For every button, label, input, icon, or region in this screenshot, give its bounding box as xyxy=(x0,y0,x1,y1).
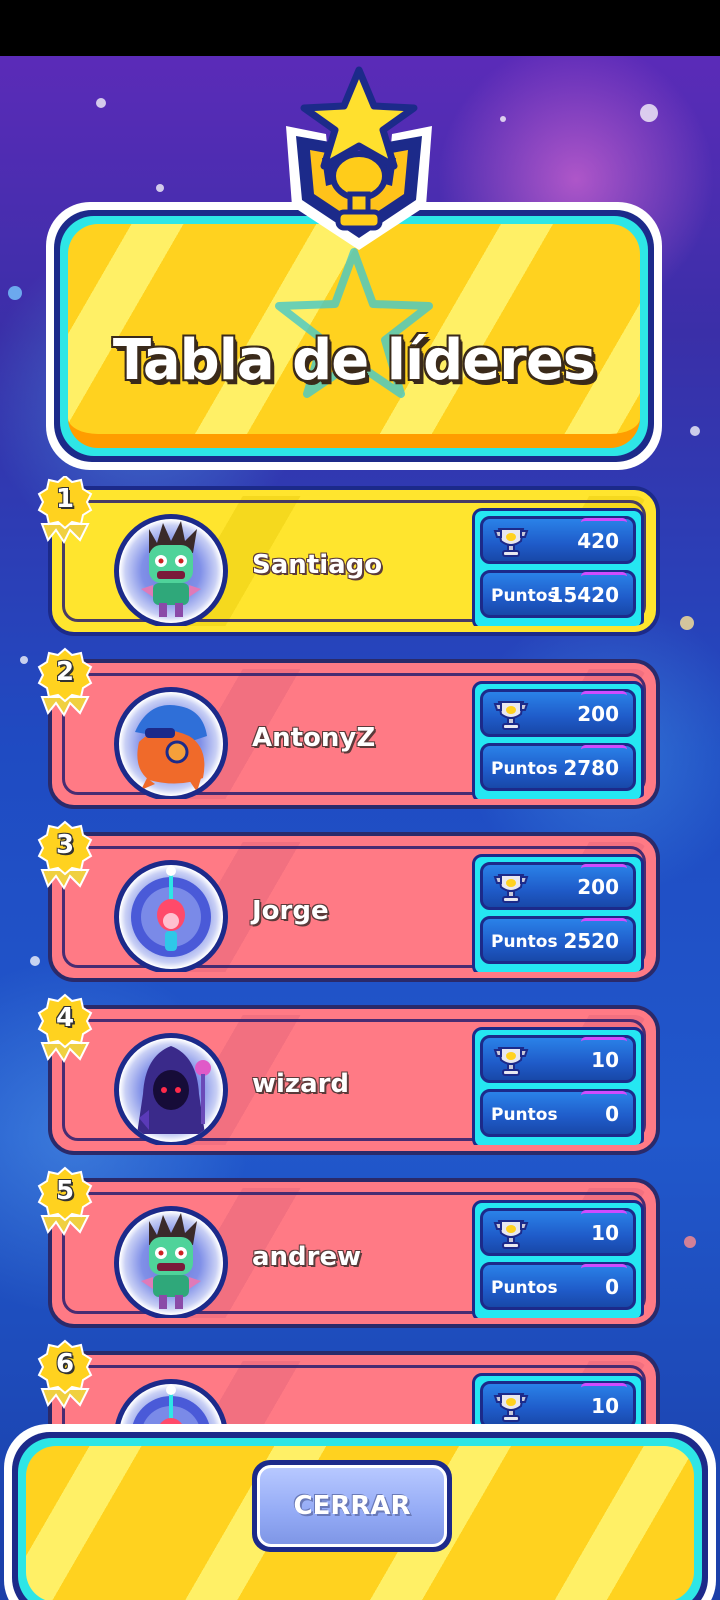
player-name: AntonyZ xyxy=(252,723,376,753)
trophies-value: 420 xyxy=(577,529,619,553)
rank-number: 5 xyxy=(55,1176,75,1206)
points-label: Puntos xyxy=(491,759,558,779)
leaderboard-row[interactable]: AntonyZ 200 Puntos 2780 xyxy=(48,659,660,809)
rank-badge: 6 xyxy=(34,1339,96,1409)
trophies-value: 10 xyxy=(591,1394,619,1418)
leaderboard-row[interactable]: andrew 10 Puntos 0 xyxy=(48,1178,660,1328)
rank-number: 4 xyxy=(55,1003,75,1033)
points-pill: Puntos 2520 xyxy=(480,916,636,964)
rank-number: 6 xyxy=(55,1349,75,1379)
trophy-icon xyxy=(493,1042,529,1078)
points-value: 0 xyxy=(605,1102,619,1126)
points-value: 15420 xyxy=(549,583,619,607)
points-pill: Puntos 15420 xyxy=(480,570,636,618)
trophies-value: 10 xyxy=(591,1048,619,1072)
points-label: Puntos xyxy=(491,932,558,952)
player-stats: 420 Puntos 15420 xyxy=(472,508,644,626)
player-name: wizard xyxy=(252,1069,350,1099)
points-label: Puntos xyxy=(491,1278,558,1298)
player-avatar xyxy=(114,860,228,972)
trophies-pill: 10 xyxy=(480,1208,636,1256)
row-body: Santiago 420 Puntos 15420 xyxy=(52,490,656,632)
row-body: Jorge 200 Puntos 2520 xyxy=(52,836,656,978)
rank-badge: 2 xyxy=(34,647,96,717)
player-avatar xyxy=(114,514,228,626)
player-name: Santiago xyxy=(252,550,383,580)
player-avatar xyxy=(114,687,228,799)
row-body: andrew 10 Puntos 0 xyxy=(52,1182,656,1324)
trophies-pill: 10 xyxy=(480,1035,636,1083)
player-stats: 10 Puntos 0 xyxy=(472,1200,644,1318)
player-stats: 200 Puntos 2780 xyxy=(472,681,644,799)
row-body: wizard 10 Puntos 0 xyxy=(52,1009,656,1151)
leaderboard-row[interactable]: wizard 10 Puntos 0 xyxy=(48,1005,660,1155)
trophies-value: 200 xyxy=(577,875,619,899)
rank-badge: 4 xyxy=(34,993,96,1063)
points-value: 2780 xyxy=(563,756,619,780)
rank-number: 1 xyxy=(55,484,75,514)
points-pill: Puntos 2780 xyxy=(480,743,636,791)
player-stats: 10 Puntos 0 xyxy=(472,1027,644,1145)
points-label: Puntos xyxy=(491,1105,558,1125)
player-name: Jorge xyxy=(252,896,329,926)
points-value: 0 xyxy=(605,1275,619,1299)
points-label: Puntos xyxy=(491,586,558,606)
player-avatar xyxy=(114,1033,228,1145)
trophies-value: 10 xyxy=(591,1221,619,1245)
rank-badge: 5 xyxy=(34,1166,96,1236)
player-avatar xyxy=(114,1206,228,1318)
close-button-label: CERRAR xyxy=(293,1491,411,1521)
trophy-icon xyxy=(493,696,529,732)
player-stats: 200 Puntos 2520 xyxy=(472,854,644,972)
row-body: AntonyZ 200 Puntos 2780 xyxy=(52,663,656,805)
page-title: Tabla de líderes xyxy=(112,328,596,393)
points-value: 2520 xyxy=(563,929,619,953)
trophies-pill: 200 xyxy=(480,689,636,737)
trophy-icon xyxy=(493,1215,529,1251)
trophies-pill: 200 xyxy=(480,862,636,910)
trophies-value: 200 xyxy=(577,702,619,726)
leaderboard-row[interactable]: Jorge 200 Puntos 2520 xyxy=(48,832,660,982)
leaderboard-row[interactable]: Santiago 420 Puntos 15420 xyxy=(48,486,660,636)
trophy-icon xyxy=(493,869,529,905)
close-button[interactable]: CERRAR xyxy=(252,1460,452,1552)
leaderboard-list[interactable]: Santiago 420 Puntos 15420 1 AntonyZ 200 Puntos 2… xyxy=(0,476,720,1448)
points-pill: Puntos 0 xyxy=(480,1089,636,1137)
trophy-icon xyxy=(493,1388,529,1424)
rank-number: 2 xyxy=(55,657,75,687)
rank-number: 3 xyxy=(55,830,75,860)
rank-badge: 1 xyxy=(34,476,96,544)
rank-badge: 3 xyxy=(34,820,96,890)
status-bar xyxy=(0,0,720,56)
trophy-crown-emblem-icon xyxy=(286,66,432,250)
points-pill: Puntos 0 xyxy=(480,1262,636,1310)
trophy-icon xyxy=(493,523,529,559)
player-name: andrew xyxy=(252,1242,362,1272)
trophies-pill: 420 xyxy=(480,516,636,564)
trophies-pill: 10 xyxy=(480,1381,636,1429)
